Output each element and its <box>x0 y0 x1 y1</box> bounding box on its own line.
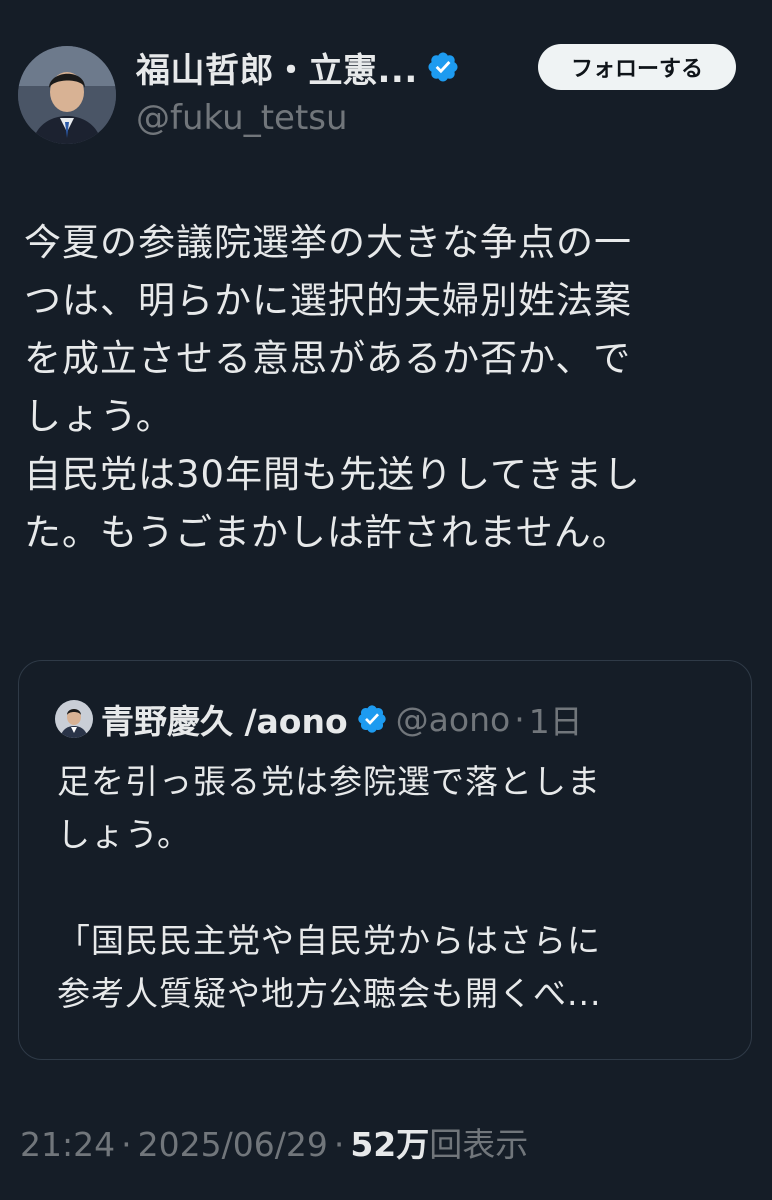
meta-separator: · <box>121 1125 132 1164</box>
quoted-tweet-header: 青野慶久 /aono @aono · 1日 <box>55 699 583 741</box>
quoted-text-line: 参考人質疑や地方公聴会も開くべ... <box>57 974 602 1013</box>
quoted-separator: · <box>514 699 525 739</box>
quoted-author-handle[interactable]: @aono <box>396 700 511 739</box>
post-date[interactable]: 2025/06/29 <box>138 1125 328 1164</box>
tweet-text-line: た。もうごまかしは許されません。 <box>24 511 630 554</box>
tweet-text-line: 今夏の参議院選挙の大きな争点の一 <box>24 221 632 264</box>
author-display-name[interactable]: 福山哲郎・立憲... <box>136 43 418 92</box>
tweet-meta: 21:24 · 2025/06/29 · 52万回表示 <box>20 1118 528 1166</box>
quoted-text-line: しょう。 <box>57 815 192 854</box>
tweet-text-line: 自民党は30年間も先送りしてきまし <box>24 453 641 496</box>
views-label: 回表示 <box>429 1125 529 1164</box>
meta-separator: · <box>333 1125 345 1164</box>
author-name-row[interactable]: 福山哲郎・立憲... <box>136 43 460 92</box>
quoted-tweet-text: 足を引っ張る党は参院選で落としま しょう。 「国民民主党や自民党からはさらに 参… <box>57 755 737 1020</box>
verified-badge-icon <box>357 705 386 733</box>
avatar-portrait-icon <box>55 700 93 738</box>
post-time[interactable]: 21:24 <box>20 1125 115 1164</box>
quoted-timestamp[interactable]: 1日 <box>529 695 583 743</box>
quoted-text-line: 足を引っ張る党は参院選で落としま <box>57 762 601 801</box>
quoted-text-line <box>57 861 737 914</box>
quoted-author-avatar[interactable] <box>55 700 93 738</box>
author-avatar[interactable] <box>18 46 116 144</box>
quoted-tweet-card[interactable]: 青野慶久 /aono @aono · 1日 足を引っ張る党は参院選で落としま し… <box>18 660 752 1060</box>
quoted-author-name[interactable]: 青野慶久 /aono <box>101 695 348 743</box>
quoted-text-line: 「国民民主党や自民党からはさらに <box>57 921 601 960</box>
views-count: 52万 <box>350 1125 430 1164</box>
tweet-text: 今夏の参議院選挙の大きな争点の一 つは、明らかに選択的夫婦別姓法案 を成立させる… <box>24 214 754 562</box>
verified-badge-icon <box>428 52 458 82</box>
tweet: 福山哲郎・立憲... @fuku_tetsu フォローする 今夏の参議院選挙の大… <box>0 0 772 1200</box>
avatar-portrait-icon <box>18 46 116 144</box>
tweet-text-line: つは、明らかに選択的夫婦別姓法案 <box>24 279 632 322</box>
tweet-text-line: しょう。 <box>24 395 174 438</box>
author-handle[interactable]: @fuku_tetsu <box>136 98 348 138</box>
follow-button[interactable]: フォローする <box>538 44 736 90</box>
tweet-text-line: を成立させる意思があるか否か、で <box>24 337 632 380</box>
